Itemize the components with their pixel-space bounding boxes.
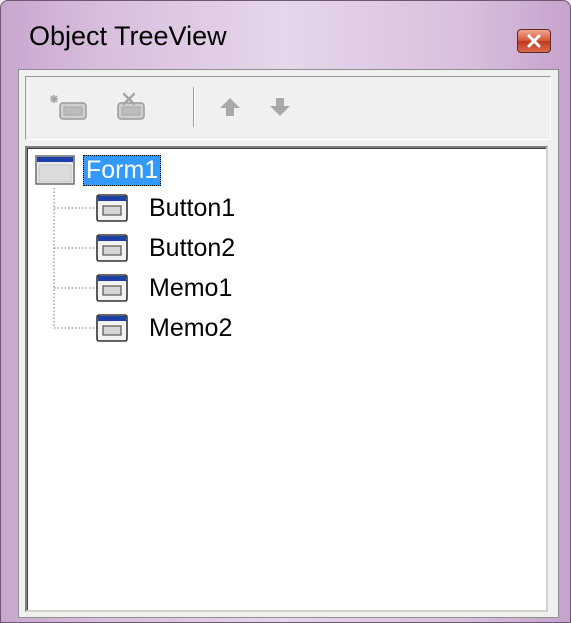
move-up-button[interactable] bbox=[210, 91, 250, 123]
toolbar bbox=[25, 76, 551, 140]
tree-node-label: Button1 bbox=[149, 193, 236, 222]
object-tree[interactable]: Form1 Button1 Button2 Memo1 Memo2 bbox=[25, 146, 548, 612]
tree-node-label: Memo1 bbox=[149, 273, 233, 302]
component-icon bbox=[96, 274, 128, 302]
arrow-up-icon bbox=[220, 98, 240, 116]
tree-node-root[interactable]: Form1 bbox=[35, 152, 162, 188]
title-bar[interactable]: Object TreeView bbox=[1, 1, 570, 69]
add-component-button[interactable] bbox=[50, 91, 90, 123]
form-icon bbox=[35, 155, 75, 185]
close-button[interactable] bbox=[517, 29, 551, 53]
tree-node-item[interactable]: Memo2 bbox=[96, 310, 235, 346]
tree-node-item[interactable]: Button1 bbox=[96, 190, 238, 226]
component-icon bbox=[96, 194, 128, 222]
close-icon bbox=[527, 34, 541, 48]
delete-component-button[interactable] bbox=[110, 91, 150, 123]
client-area: Form1 Button1 Button2 Memo1 Memo2 bbox=[18, 69, 559, 618]
tree-node-label: Button2 bbox=[149, 233, 236, 262]
arrow-down-icon bbox=[270, 98, 290, 116]
tree-node-label: Form1 bbox=[83, 154, 162, 186]
delete-component-icon bbox=[117, 92, 145, 120]
object-treeview-window: Object TreeView Form1 Button1 Button2 Me… bbox=[0, 0, 571, 623]
toolbar-separator bbox=[193, 87, 195, 127]
tree-node-item[interactable]: Memo1 bbox=[96, 270, 235, 306]
component-icon bbox=[96, 234, 128, 262]
move-down-button[interactable] bbox=[260, 91, 300, 123]
window-title: Object TreeView bbox=[29, 21, 227, 51]
tree-node-label: Memo2 bbox=[149, 313, 233, 342]
component-icon bbox=[96, 314, 128, 342]
add-component-icon bbox=[50, 95, 87, 120]
tree-node-item[interactable]: Button2 bbox=[96, 230, 238, 266]
